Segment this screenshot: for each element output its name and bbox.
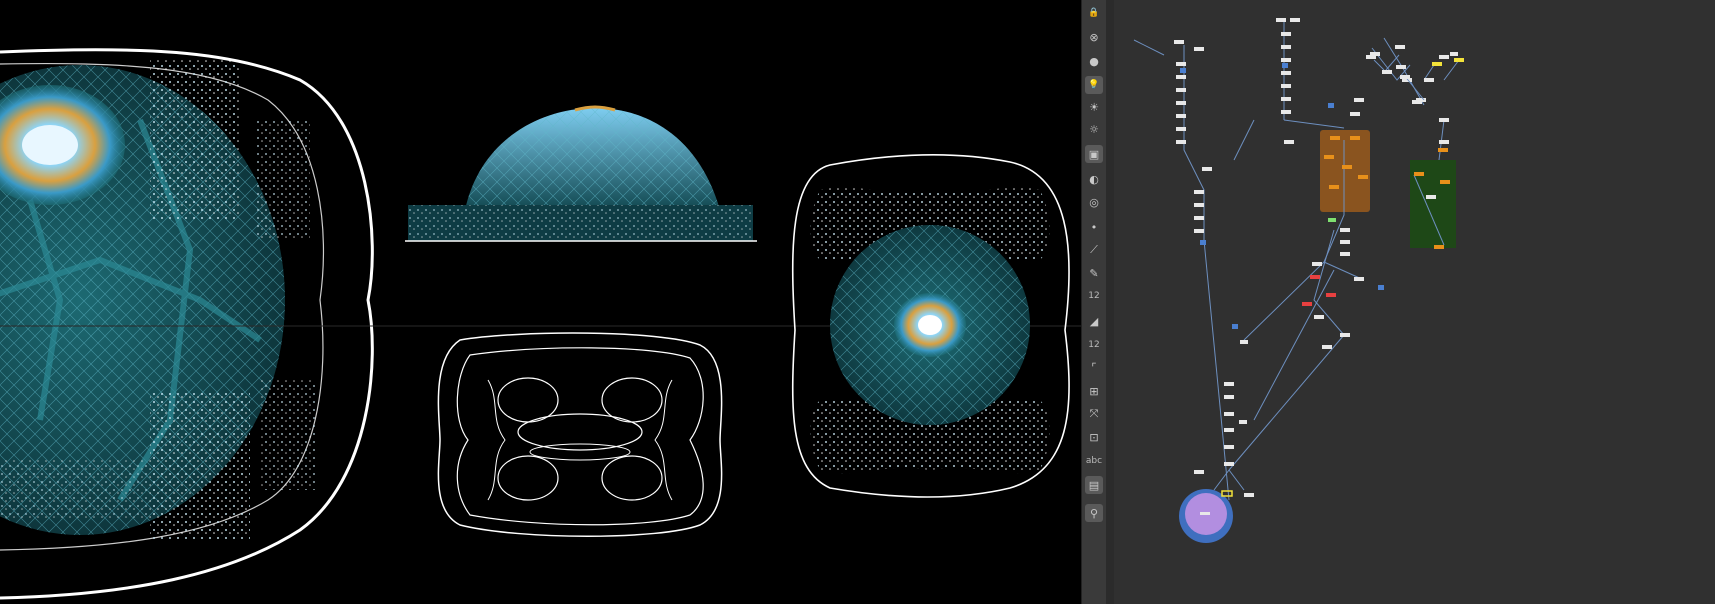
sphere-shaded-icon[interactable]: ● [1085,52,1103,70]
light-bulb-icon[interactable]: 💡 [1085,76,1103,94]
viewport-canvas[interactable] [0,0,1081,604]
display-mode-icon[interactable]: ⊡ [1085,428,1103,446]
brush-icon[interactable]: ✎ [1085,264,1103,282]
snap-grid-icon[interactable]: ⊞ [1085,382,1103,400]
top-view-outline [437,332,723,537]
point-icon[interactable]: • [1085,218,1103,236]
lock-icon[interactable]: 🔒 [1085,4,1103,22]
close-circle-icon[interactable]: ⊗ [1085,28,1103,46]
point-numbers-icon[interactable]: 12 [1085,287,1103,305]
pane-splitter[interactable] [1106,0,1114,604]
network-nodes[interactable] [1174,18,1449,499]
viewport-toolbar: 🔒 ⊗ ● 💡 ☀ ☼ ▣ ◐ ◎ • ⟋ ✎ 12 ◢ 12 ⌜ ⊞ ⤧ ⊡ abc ▤ ⚲ [1081,0,1107,604]
network-box-orange[interactable] [1320,130,1370,212]
display-options-icon[interactable]: ◎ [1085,193,1103,211]
background-image-icon[interactable]: ▤ [1085,476,1103,494]
left-view-object [0,48,374,600]
camera-view-icon[interactable]: ▣ [1085,145,1103,163]
prim-icon[interactable]: ◢ [1085,312,1103,330]
top-right-subnetwork[interactable] [1366,45,1464,104]
scene-viewport[interactable] [0,0,1081,604]
selected-node[interactable] [1179,489,1233,543]
text-icon[interactable]: abc [1085,452,1103,470]
node-network-canvas[interactable] [1114,0,1715,604]
right-view-object [791,154,1070,498]
normals-icon[interactable]: ⌜ [1085,358,1103,376]
node-wires [1133,22,1445,501]
node-network-pane[interactable] [1114,0,1715,604]
red-nodes[interactable] [1302,275,1336,306]
visibility-icon[interactable]: ◐ [1085,170,1103,188]
green-node[interactable] [1328,218,1336,222]
handle-icon[interactable]: ⤧ [1085,405,1103,423]
prim-numbers-icon[interactable]: 12 [1085,336,1103,354]
light-icon[interactable]: ☀ [1085,98,1103,116]
ghost-light-icon[interactable]: ☼ [1085,120,1103,138]
pin-icon[interactable]: ⚲ [1085,504,1103,522]
side-view-dome [405,105,757,242]
edge-icon[interactable]: ⟋ [1085,241,1103,259]
